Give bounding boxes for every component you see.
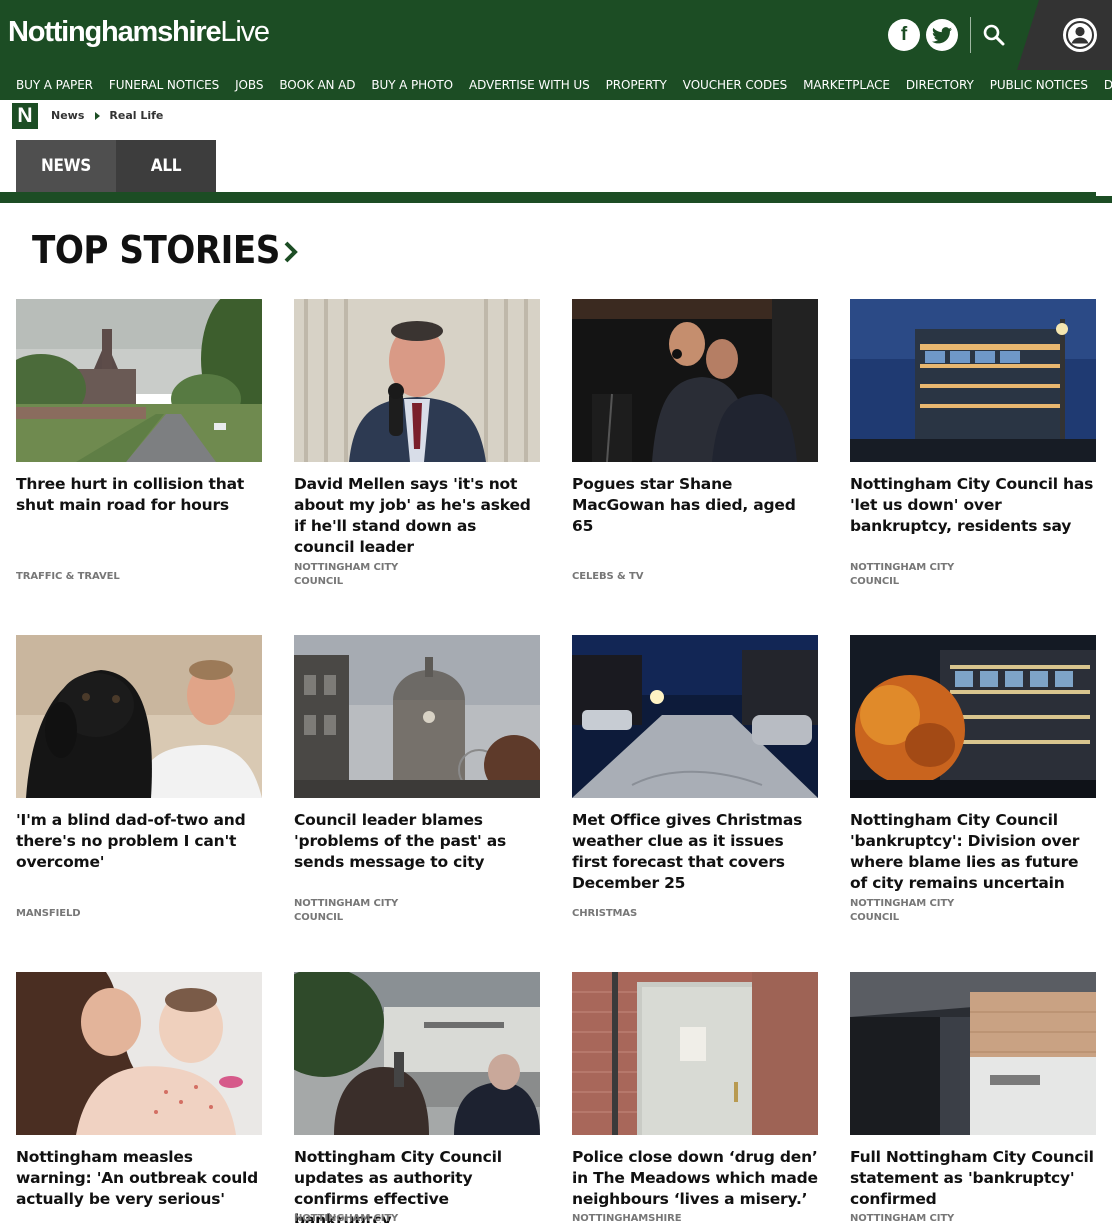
story-card[interactable]: Nottingham measles warning: 'An outbreak… — [16, 972, 262, 1210]
story-category[interactable]: NOTTINGHAM CITY — [850, 1212, 970, 1223]
nav-item-book-an-ad[interactable]: BOOK AN AD — [279, 78, 355, 92]
account-icon[interactable] — [1063, 18, 1097, 52]
breadcrumb-separator-icon — [95, 111, 101, 120]
twitter-bird-glyph — [932, 26, 952, 43]
logo-text-regular: Live — [220, 16, 270, 48]
story-headline[interactable]: Pogues star Shane MacGowan has died, age… — [572, 474, 818, 537]
people-outside-loxley-house-photo — [294, 972, 540, 1135]
story-category[interactable]: CHRISTMAS — [572, 907, 692, 921]
story-headline[interactable]: Full Nottingham City Council statement a… — [850, 1147, 1096, 1210]
top-stories-heading[interactable]: TOP STORIES — [32, 228, 298, 272]
story-card[interactable]: Police close down ‘drug den’ in The Mead… — [572, 972, 818, 1223]
man-with-black-labrador-photo — [16, 635, 262, 798]
frosty-street-at-night-photo — [572, 635, 818, 798]
nav-item-marketplace[interactable]: MARKETPLACE — [803, 78, 890, 92]
nav-item-buy-a-photo[interactable]: BUY A PHOTO — [371, 78, 453, 92]
section-title: TOP STORIES — [32, 228, 280, 272]
sealed-door-photo — [572, 972, 818, 1135]
story-category[interactable]: NOTTINGHAM CITY COUNCIL — [850, 561, 970, 589]
search-icon[interactable] — [978, 18, 1010, 52]
story-card[interactable]: Council leader blames 'problems of the p… — [294, 635, 540, 923]
story-card[interactable]: Full Nottingham City Council statement a… — [850, 972, 1096, 1223]
loxley-house-autumn-night-photo — [850, 635, 1096, 798]
story-category[interactable]: NOTTINGHAMSHIRE — [572, 1212, 692, 1223]
story-headline[interactable]: Nottingham measles warning: 'An outbreak… — [16, 1147, 262, 1210]
search-glyph — [983, 24, 1005, 46]
story-category[interactable]: CELEBS & TV — [572, 570, 692, 584]
story-headline[interactable]: Police close down ‘drug den’ in The Mead… — [572, 1147, 818, 1210]
section-rule — [0, 192, 1112, 203]
nav-item-buy-a-paper[interactable]: BUY A PAPER — [16, 78, 93, 92]
road-with-church-photo — [16, 299, 262, 462]
story-card[interactable]: Met Office gives Christmas weather clue … — [572, 635, 818, 919]
story-category[interactable]: MANSFIELD — [16, 907, 136, 921]
man-speaking-at-microphone-photo — [294, 299, 540, 462]
nav-item-jobs[interactable]: JOBS — [235, 78, 263, 92]
tab-all[interactable]: ALL — [116, 140, 216, 192]
mother-and-baby-photo — [16, 972, 262, 1135]
site-logo[interactable]: Nottinghamshire Live — [8, 16, 270, 52]
twitter-icon[interactable] — [926, 19, 958, 51]
story-headline[interactable]: Three hurt in collision that shut main r… — [16, 474, 262, 516]
nav-item-voucher-codes[interactable]: VOUCHER CODES — [683, 78, 787, 92]
nav-item-dating[interactable]: DATING — [1104, 78, 1112, 92]
nav-item-directory[interactable]: DIRECTORY — [906, 78, 974, 92]
nav-item-funeral-notices[interactable]: FUNERAL NOTICES — [109, 78, 219, 92]
nav-item-property[interactable]: PROPERTY — [606, 78, 667, 92]
story-headline[interactable]: David Mellen says 'it's not about my job… — [294, 474, 540, 558]
council-building-at-dusk-photo — [850, 299, 1096, 462]
section-tabs: NEWS ALL — [16, 140, 216, 192]
brand-badge-icon[interactable]: N — [12, 102, 38, 129]
story-card[interactable]: Nottingham City Council updates as autho… — [294, 972, 540, 1223]
primary-nav: BUY A PAPER FUNERAL NOTICES JOBS BOOK AN… — [0, 70, 1112, 100]
singers-on-stage-photo — [572, 299, 818, 462]
story-category[interactable]: NOTTINGHAM CITY — [294, 1212, 414, 1223]
masthead: Nottinghamshire Live f — [0, 0, 1112, 70]
story-headline[interactable]: Council leader blames 'problems of the p… — [294, 810, 540, 873]
story-headline[interactable]: Met Office gives Christmas weather clue … — [572, 810, 818, 894]
chevron-right-icon — [284, 241, 298, 263]
story-headline[interactable]: Nottingham City Council 'bankruptcy': Di… — [850, 810, 1096, 894]
story-card[interactable]: Nottingham City Council has 'let us down… — [850, 299, 1096, 587]
story-card[interactable]: 'I'm a blind dad-of-two and there's no p… — [16, 635, 262, 919]
council-house-dome-photo — [294, 635, 540, 798]
story-headline[interactable]: Nottingham City Council has 'let us down… — [850, 474, 1096, 537]
header-divider — [970, 17, 971, 53]
story-category[interactable]: NOTTINGHAM CITY COUNCIL — [294, 561, 414, 589]
story-card[interactable]: Pogues star Shane MacGowan has died, age… — [572, 299, 818, 582]
loxley-house-entrance-photo — [850, 972, 1096, 1135]
story-headline[interactable]: 'I'm a blind dad-of-two and there's no p… — [16, 810, 262, 873]
story-category[interactable]: NOTTINGHAM CITY COUNCIL — [294, 897, 414, 925]
story-card[interactable]: Three hurt in collision that shut main r… — [16, 299, 262, 582]
rule-notch — [1096, 192, 1112, 196]
tab-news[interactable]: NEWS — [16, 140, 116, 192]
facebook-icon[interactable]: f — [888, 19, 920, 51]
logo-text-bold: Nottinghamshire — [8, 16, 222, 48]
nav-item-advertise-with-us[interactable]: ADVERTISE WITH US — [469, 78, 590, 92]
nav-item-public-notices[interactable]: PUBLIC NOTICES — [990, 78, 1088, 92]
story-category[interactable]: TRAFFIC & TRAVEL — [16, 570, 136, 584]
story-category[interactable]: NOTTINGHAM CITY COUNCIL — [850, 897, 970, 925]
account-glyph — [1066, 21, 1094, 49]
breadcrumb: N News Real Life — [12, 102, 163, 129]
breadcrumb-real-life[interactable]: Real Life — [109, 109, 163, 122]
story-card[interactable]: Nottingham City Council 'bankruptcy': Di… — [850, 635, 1096, 923]
breadcrumb-news[interactable]: News — [51, 109, 84, 122]
story-card[interactable]: David Mellen says 'it's not about my job… — [294, 299, 540, 587]
